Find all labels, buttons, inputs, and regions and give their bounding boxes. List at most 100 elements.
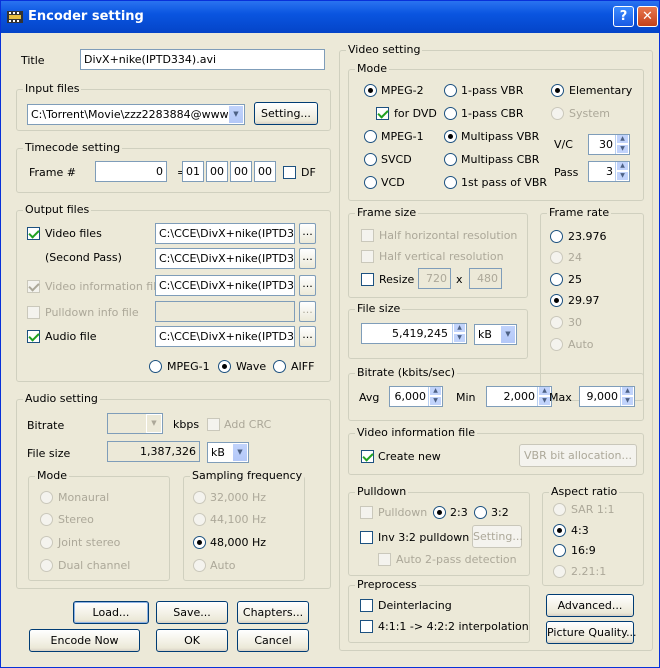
video-info-checkbox[interactable] [27, 280, 40, 293]
encode-now-button[interactable]: Encode Now [29, 629, 140, 652]
pulldown-32-radio[interactable] [474, 506, 487, 519]
video-info-input[interactable]: C:\CCE\DivX+nike(IPTD334 [155, 275, 295, 296]
aspect-169-label: 16:9 [571, 544, 596, 557]
audio-browse-button[interactable]: ... [299, 326, 316, 347]
mode-monaural-radio[interactable] [40, 491, 53, 504]
first-pass-vbr-radio[interactable] [444, 176, 457, 189]
pulldown-info-label: Pulldown info file [45, 306, 139, 319]
pulldown-setting-button[interactable]: Setting... [472, 525, 523, 548]
title-bar[interactable]: Encoder setting ? ✕ [1, 1, 659, 33]
cbr1-radio[interactable] [444, 107, 457, 120]
inv-pulldown-checkbox[interactable] [360, 531, 373, 544]
chapters-button[interactable]: Chapters... [237, 601, 309, 624]
title-input[interactable]: DivX+nike(IPTD334).avi [80, 49, 325, 70]
sampling-32000-radio[interactable] [193, 491, 206, 504]
dropdown-arrow-icon[interactable]: ▼ [500, 325, 516, 344]
mode-dual-channel-radio[interactable] [40, 559, 53, 572]
aspect-43-radio[interactable] [553, 524, 566, 537]
dropdown-arrow-icon[interactable]: ▼ [228, 105, 244, 124]
interpolation-checkbox[interactable] [360, 620, 373, 633]
system-radio[interactable] [551, 107, 564, 120]
vbr-bit-allocation-button[interactable]: VBR bit allocation... [519, 444, 637, 467]
advanced-button[interactable]: Advanced... [546, 594, 634, 617]
kbps-label: kbps [173, 418, 200, 431]
close-button[interactable]: ✕ [637, 6, 658, 27]
file-size-unit-combo[interactable]: kB ▼ [474, 324, 517, 345]
elementary-radio[interactable] [551, 84, 564, 97]
vbr1-radio[interactable] [444, 84, 457, 97]
spin-arrows-icon[interactable]: ▲ ▼ [452, 324, 466, 343]
auto-2pass-checkbox[interactable] [378, 553, 391, 566]
fr-auto-radio[interactable] [550, 338, 563, 351]
aspect-169-radio[interactable] [553, 544, 566, 557]
second-input[interactable]: 00 [230, 161, 252, 182]
audio-file-input[interactable]: C:\CCE\DivX+nike(IPTD334 [155, 326, 295, 347]
pass-spin-input[interactable]: 3 ▲ ▼ [588, 161, 630, 182]
pulldown-checkbox[interactable] [360, 506, 373, 519]
for-dvd-checkbox[interactable] [376, 107, 389, 120]
half-vertical-checkbox[interactable] [361, 250, 374, 263]
help-button[interactable]: ? [613, 6, 634, 27]
sampling-48000-radio[interactable] [193, 536, 206, 549]
save-button[interactable]: Save... [156, 601, 228, 624]
video-info-browse-button[interactable]: ... [299, 275, 316, 296]
fr-25-radio[interactable] [550, 273, 563, 286]
format-mpeg1-radio[interactable] [149, 360, 162, 373]
picture-quality-button[interactable]: Picture Quality... [546, 621, 637, 644]
audio-file-checkbox[interactable] [27, 330, 40, 343]
mpeg2-radio[interactable] [364, 84, 377, 97]
video-browse-button[interactable]: ... [299, 223, 316, 244]
file-size-spin-input[interactable]: 5,419,245 ▲ ▼ [361, 323, 467, 344]
multipass-vbr-radio[interactable] [444, 130, 457, 143]
fr-30-radio[interactable] [550, 316, 563, 329]
multipass-cbr-radio[interactable] [444, 153, 457, 166]
aspect-221-radio[interactable] [553, 565, 566, 578]
load-button[interactable]: Load... [73, 601, 149, 624]
ok-button[interactable]: OK [156, 629, 228, 652]
second-pass-input[interactable]: C:\CCE\DivX+nike(IPTD334 [155, 248, 295, 269]
pulldown-info-checkbox[interactable] [27, 306, 40, 319]
format-aiff-radio[interactable] [273, 360, 286, 373]
cancel-button[interactable]: Cancel [237, 629, 309, 652]
spin-arrows-icon[interactable]: ▲ ▼ [428, 387, 442, 406]
vc-spin-input[interactable]: 30 ▲ ▼ [588, 134, 630, 155]
mode-stereo-radio[interactable] [40, 513, 53, 526]
format-wave-radio[interactable] [218, 360, 231, 373]
dropdown-arrow-icon[interactable]: ▼ [232, 443, 248, 462]
input-file-combo[interactable]: C:\Torrent\Movie\zzz2283884@www.se ▼ [27, 104, 245, 125]
resize-label: Resize [379, 273, 415, 286]
mpeg1-radio[interactable] [364, 130, 377, 143]
svcd-radio[interactable] [364, 153, 377, 166]
video-files-checkbox[interactable] [27, 227, 40, 240]
add-crc-checkbox[interactable] [207, 418, 220, 431]
deinterlacing-checkbox[interactable] [360, 599, 373, 612]
vc-value: 30 [599, 138, 613, 151]
second-pass-browse-button[interactable]: ... [299, 248, 316, 269]
fr-23976-radio[interactable] [550, 230, 563, 243]
pulldown-23-radio[interactable] [433, 506, 446, 519]
aspect-sar-radio[interactable] [553, 503, 566, 516]
fr-24-radio[interactable] [550, 251, 563, 264]
spin-arrows-icon[interactable]: ▲ ▼ [615, 162, 629, 181]
frame-field-input[interactable]: 00 [254, 161, 276, 182]
frame-input[interactable]: 0 [95, 161, 167, 182]
fr-2997-radio[interactable] [550, 294, 563, 307]
vcd-radio[interactable] [364, 176, 377, 189]
sampling-44100-radio[interactable] [193, 513, 206, 526]
avg-spin-input[interactable]: 6,000 ▲ ▼ [389, 386, 443, 407]
sampling-auto-radio[interactable] [193, 559, 206, 572]
audio-unit-combo[interactable]: kB ▼ [207, 442, 249, 463]
create-new-checkbox[interactable] [361, 450, 374, 463]
spin-arrows-icon[interactable]: ▲ ▼ [615, 135, 629, 154]
half-horizontal-checkbox[interactable] [361, 229, 374, 242]
df-checkbox[interactable] [283, 166, 296, 179]
min-spin-input[interactable]: 2,000 ▲ ▼ [486, 386, 552, 407]
hour-input[interactable]: 01 [182, 161, 204, 182]
mode-joint-stereo-radio[interactable] [40, 536, 53, 549]
resize-checkbox[interactable] [361, 273, 374, 286]
max-spin-input[interactable]: 9,000 ▲ ▼ [579, 386, 635, 407]
spin-arrows-icon[interactable]: ▲ ▼ [620, 387, 634, 406]
video-file-input[interactable]: C:\CCE\DivX+nike(IPTD334 [155, 223, 295, 244]
input-setting-button[interactable]: Setting... [254, 102, 318, 125]
minute-input[interactable]: 00 [206, 161, 228, 182]
